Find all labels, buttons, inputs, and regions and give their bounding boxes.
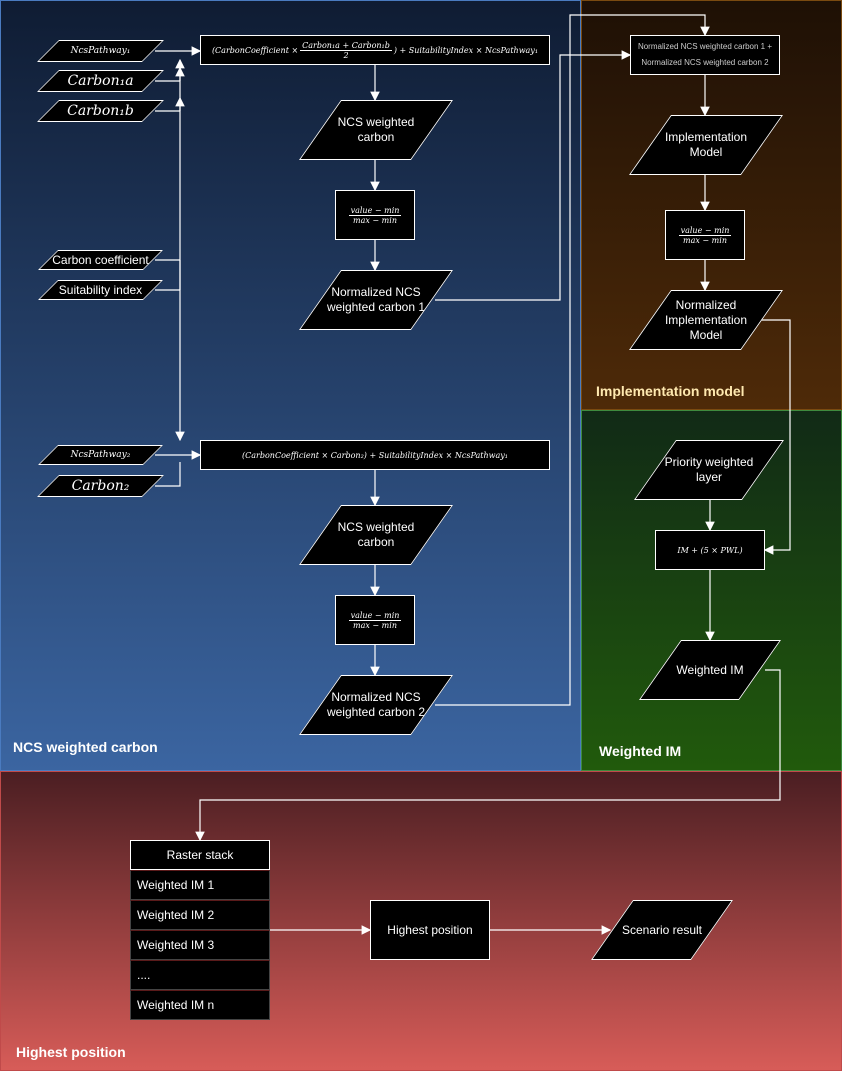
normalize-box-1: value − min max − min — [335, 190, 415, 240]
fraction: Carbon₁a + Carbon₁b 2 — [300, 41, 392, 60]
input-carbon-1a: Carbon₁a — [48, 70, 153, 92]
raster-stack-row: Weighted IM 1 — [130, 870, 270, 900]
normalized-implementation-model: Normalized Implementation Model — [650, 290, 762, 350]
raster-stack-row: Weighted IM 3 — [130, 930, 270, 960]
raster-stack-row: Weighted IM n — [130, 990, 270, 1020]
sum-box: Normalized NCS weighted carbon 1 + Normal… — [630, 35, 780, 75]
denominator: 2 — [343, 50, 349, 60]
formula-ncs-carbon-1: (CarbonCoefficient × Carbon₁a + Carbon₁b… — [200, 35, 550, 65]
normalize-box-2: value − min max − min — [335, 595, 415, 645]
formula-part: ) + SuitabilityIndex × NcsPathway₁ — [393, 45, 539, 55]
ncs-weighted-carbon-1: NCS weighted carbon — [320, 100, 432, 160]
region-label: NCS weighted carbon — [13, 739, 158, 755]
region-label: Weighted IM — [599, 743, 682, 759]
normalized-ncs-carbon-1: Normalized NCS weighted carbon 1 — [320, 270, 432, 330]
implementation-model: Implementation Model — [650, 115, 762, 175]
raster-stack-title: Raster stack — [130, 840, 270, 870]
region-label: Implementation model — [596, 383, 745, 399]
input-carbon-coefficient: Carbon coefficient — [48, 250, 153, 270]
region-label: Highest position — [16, 1044, 126, 1060]
highest-position-box: Highest position — [370, 900, 490, 960]
normalize-box-3: value − min max − min — [665, 210, 745, 260]
numerator: Carbon₁a + Carbon₁b — [300, 40, 392, 51]
im-formula: IM + (5 × PWL) — [655, 530, 765, 570]
formula-ncs-carbon-2: (CarbonCoefficient × Carbon₂) + Suitabil… — [200, 440, 550, 470]
input-carbon-2: Carbon₂ — [48, 475, 153, 497]
formula-part: (CarbonCoefficient × — [211, 45, 299, 55]
input-ncs-pathway-1: NcsPathway₁ — [48, 40, 153, 62]
normalized-ncs-carbon-2: Normalized NCS weighted carbon 2 — [320, 675, 432, 735]
ncs-weighted-carbon-2: NCS weighted carbon — [320, 505, 432, 565]
scenario-result: Scenario result — [612, 900, 712, 960]
input-carbon-1b: Carbon₁b — [48, 100, 153, 122]
weighted-im: Weighted IM — [660, 640, 760, 700]
raster-stack-row: .... — [130, 960, 270, 990]
priority-weighted-layer: Priority weighted layer — [655, 440, 763, 500]
raster-stack-row: Weighted IM 2 — [130, 900, 270, 930]
input-ncs-pathway-2: NcsPathway₂ — [48, 445, 153, 465]
input-suitability-index: Suitability index — [48, 280, 153, 300]
